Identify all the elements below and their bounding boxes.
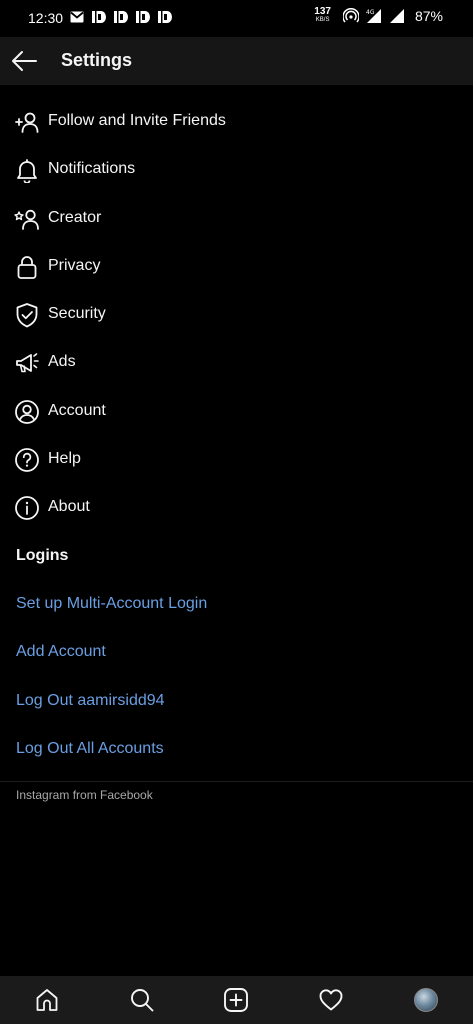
settings-item-security[interactable]: Security bbox=[0, 290, 473, 338]
settings-item-label: Account bbox=[48, 401, 106, 419]
search-icon[interactable] bbox=[129, 987, 155, 1013]
settings-item-follow-invite[interactable]: Follow and Invite Friends bbox=[0, 97, 473, 145]
new-post-icon[interactable] bbox=[223, 987, 249, 1013]
settings-item-account[interactable]: Account bbox=[0, 387, 473, 435]
svg-text:4G: 4G bbox=[366, 9, 375, 16]
settings-item-about[interactable]: About bbox=[0, 483, 473, 531]
battery-percentage: 87% bbox=[414, 8, 443, 24]
status-time: 12:30 bbox=[28, 10, 64, 26]
settings-item-creator[interactable]: Creator bbox=[0, 194, 473, 242]
settings-item-ads[interactable]: Ads bbox=[0, 338, 473, 386]
creator-icon bbox=[14, 206, 40, 232]
network-speed-value: 137 bbox=[314, 6, 331, 17]
home-icon[interactable] bbox=[34, 987, 60, 1013]
bell-icon bbox=[14, 157, 40, 184]
settings-item-privacy[interactable]: Privacy bbox=[0, 242, 473, 290]
app-header: Settings bbox=[0, 37, 473, 85]
settings-item-label: Creator bbox=[48, 208, 102, 226]
log-out-user-link[interactable]: Log Out aamirsidd94 bbox=[16, 692, 207, 740]
setup-multi-account-link[interactable]: Set up Multi-Account Login bbox=[16, 595, 207, 643]
heart-icon[interactable] bbox=[318, 987, 344, 1013]
megaphone-icon bbox=[14, 350, 40, 376]
footer-text: Instagram from Facebook bbox=[16, 788, 153, 802]
notification-icons bbox=[70, 11, 174, 24]
app-notification-icon bbox=[114, 11, 130, 24]
settings-item-help[interactable]: Help bbox=[0, 435, 473, 483]
profile-avatar[interactable] bbox=[414, 988, 438, 1012]
gmail-icon bbox=[70, 11, 86, 24]
settings-item-label: Ads bbox=[48, 353, 76, 371]
settings-item-label: Help bbox=[48, 450, 81, 468]
settings-item-label: Privacy bbox=[48, 256, 101, 274]
add-account-link[interactable]: Add Account bbox=[16, 643, 207, 691]
shield-icon bbox=[14, 302, 40, 328]
help-icon bbox=[14, 447, 40, 473]
status-right: 137 KB/S 4G 87% bbox=[314, 6, 443, 25]
settings-list: Follow and Invite Friends Notifications … bbox=[0, 97, 473, 532]
settings-item-label: Security bbox=[48, 305, 106, 323]
settings-item-label: Notifications bbox=[48, 160, 136, 178]
logins-section-header: Logins bbox=[16, 547, 69, 564]
logins-links: Set up Multi-Account Login Add Account L… bbox=[16, 595, 207, 788]
status-bar: 12:30 137 KB/S 4G 87% bbox=[0, 0, 473, 36]
settings-item-label: About bbox=[48, 498, 90, 516]
app-notification-icon bbox=[92, 11, 108, 24]
hotspot-icon bbox=[342, 8, 359, 24]
account-icon bbox=[14, 399, 40, 425]
bottom-nav bbox=[0, 976, 473, 1024]
network-speed-unit: KB/S bbox=[315, 17, 330, 23]
app-notification-icon bbox=[158, 11, 174, 24]
signal-4g-icon: 4G bbox=[365, 8, 383, 24]
back-arrow-icon[interactable] bbox=[10, 49, 38, 73]
settings-item-label: Follow and Invite Friends bbox=[48, 112, 226, 129]
network-speed: 137 KB/S bbox=[314, 6, 331, 24]
app-notification-icon bbox=[136, 11, 152, 24]
lock-icon bbox=[14, 254, 40, 280]
signal-icon bbox=[389, 8, 405, 24]
settings-item-notifications[interactable]: Notifications bbox=[0, 145, 473, 193]
divider bbox=[0, 781, 473, 782]
add-person-icon bbox=[14, 109, 40, 135]
page-title: Settings bbox=[61, 50, 133, 70]
info-icon bbox=[14, 495, 40, 521]
